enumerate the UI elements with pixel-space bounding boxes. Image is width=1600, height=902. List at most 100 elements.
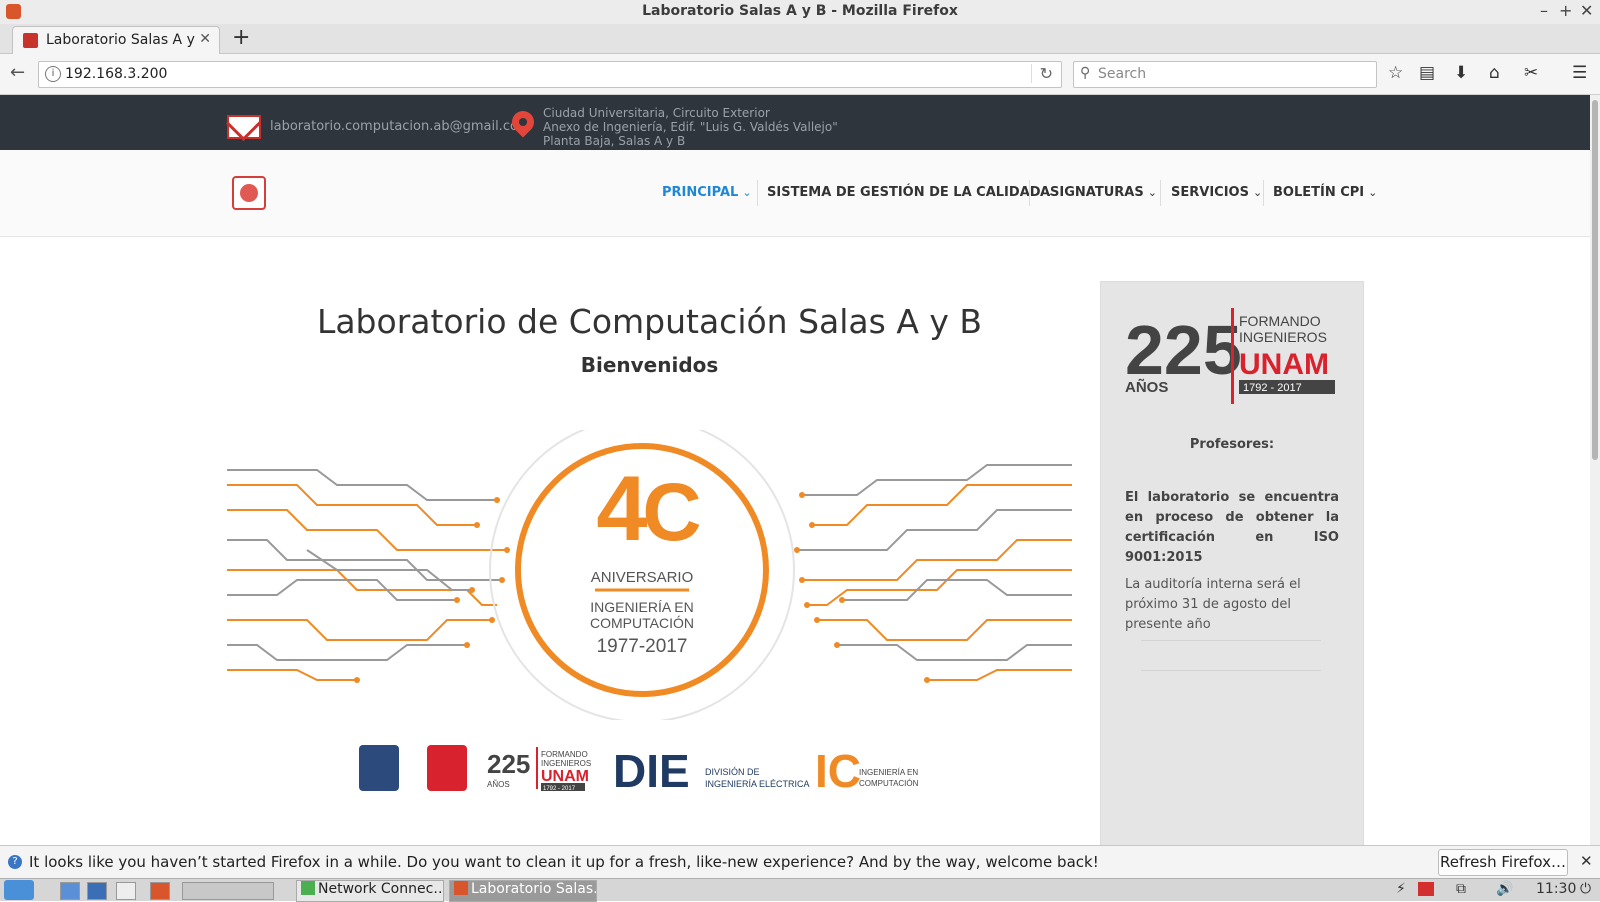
chevron-down-icon: ⌄	[1147, 186, 1157, 199]
menu-divider	[1029, 180, 1030, 206]
url-bar[interactable]: i 192.168.3.200 ↻	[38, 61, 1062, 88]
tab-label: Laboratorio Salas A y B	[46, 32, 196, 48]
file-manager-icon[interactable]	[60, 882, 80, 900]
volume-icon[interactable]: 🔊	[1496, 881, 1513, 897]
anniversary-line3: COMPUTACIÓN	[590, 615, 694, 631]
die-text-line1: DIVISIÓN DE	[705, 767, 760, 777]
sidebar-divider	[1141, 670, 1321, 671]
menu-label: ASIGNATURAS	[1040, 185, 1144, 200]
question-icon: ?	[8, 855, 22, 869]
site-header: PRINCIPAL ⌄ SISTEMA DE GESTIÓN DE LA CALI…	[0, 150, 1590, 237]
extension-icon[interactable]: ✂	[1524, 63, 1538, 83]
power-plug-icon[interactable]: ⚡	[1396, 881, 1406, 897]
menu-label: PRINCIPAL	[662, 185, 739, 200]
firefox-task-icon	[454, 881, 468, 895]
network-app-icon	[301, 881, 315, 895]
menu-boletin[interactable]: BOLETÍN CPI ⌄	[1273, 185, 1377, 200]
formando-label: FORMANDO	[541, 750, 588, 759]
address-line: Anexo de Ingeniería, Edif. "Luis G. Vald…	[543, 120, 838, 134]
site-logo[interactable]	[232, 176, 266, 210]
task-label: Laboratorio Salas…	[471, 881, 597, 897]
ic-text-line1: INGENIERÍA EN	[859, 768, 918, 777]
page-subtitle: Bienvenidos	[580, 353, 719, 377]
window-titlebar: Laboratorio Salas A y B - Mozilla Firefo…	[0, 0, 1600, 25]
unam-225-logo-divider	[1231, 308, 1234, 404]
unam-225-logo: 225 AÑOS FORMANDO INGENIEROS UNAM 1792 -…	[1125, 308, 1335, 404]
site-favicon	[23, 33, 38, 48]
info-icon[interactable]: i	[45, 66, 61, 82]
search-icon: ⚲	[1080, 65, 1091, 81]
ic-logo: IC	[815, 745, 861, 797]
hamburger-menu-icon[interactable]: ☰	[1572, 63, 1587, 83]
circuit-lines-left	[227, 469, 507, 681]
gmail-icon	[227, 115, 261, 139]
refresh-firefox-button[interactable]: Refresh Firefox…	[1438, 849, 1568, 876]
keyboard-layout-icon[interactable]	[1418, 882, 1434, 896]
chevron-down-icon: ⌄	[742, 186, 752, 199]
address-line: Planta Baja, Salas A y B	[543, 134, 686, 148]
chevron-down-icon: ⌄	[1368, 186, 1378, 199]
menu-asignaturas[interactable]: ASIGNATURAS ⌄	[1040, 185, 1157, 200]
unam-anos-label: AÑOS	[487, 780, 510, 789]
minimize-button[interactable]: –	[1540, 1, 1548, 20]
new-tab-button[interactable]: +	[232, 25, 250, 50]
window-icon[interactable]	[116, 882, 136, 900]
bookmark-star-icon[interactable]: ☆	[1388, 63, 1403, 83]
taskbar: Network Connec… Laboratorio Salas… ⚡ ⧉ 🔊…	[0, 878, 1600, 902]
engineering-crest-logo	[427, 745, 467, 791]
notification-bar: ? It looks like you haven’t started Fire…	[0, 845, 1600, 879]
window-title: Laboratorio Salas A y B - Mozilla Firefo…	[642, 3, 958, 19]
address-line: Ciudad Universitaria, Circuito Exterior	[543, 106, 770, 120]
notification-message: It looks like you haven’t started Firefo…	[29, 853, 1099, 871]
search-placeholder: Search	[1098, 66, 1147, 82]
search-input[interactable]: ⚲ Search	[1073, 61, 1377, 88]
menu-divider	[757, 180, 758, 206]
die-logo: DIE	[613, 745, 690, 797]
menu-servicios[interactable]: SERVICIOS ⌄	[1171, 185, 1262, 200]
start-menu-icon[interactable]	[4, 880, 34, 900]
unam-225-logo-anos: AÑOS	[1125, 378, 1168, 396]
institution-logos: 225 AÑOS FORMANDO INGENIEROS UNAM 1792 -…	[359, 745, 919, 797]
home-icon[interactable]: ⌂	[1489, 63, 1500, 83]
audit-notice: La auditoría interna será el próximo 31 …	[1125, 577, 1301, 632]
maximize-button[interactable]: +	[1559, 1, 1572, 20]
anniversary-years: 1977-2017	[597, 636, 688, 657]
network-icon[interactable]: ⧉	[1456, 881, 1466, 897]
clock[interactable]: 11:30	[1536, 881, 1576, 897]
close-tab-icon[interactable]: ✕	[199, 31, 211, 47]
taskbar-item-network[interactable]: Network Connec…	[296, 880, 444, 902]
menu-divider	[1263, 180, 1264, 206]
firefox-launcher-icon[interactable]	[150, 882, 170, 900]
navigation-bar: ← i 192.168.3.200 ↻ ⚲ Search ☆ ▤ ⬇ ⌂ ✂ ☰	[0, 54, 1600, 95]
unam-label: UNAM	[541, 768, 589, 785]
unam-225-number: 225	[487, 749, 530, 779]
unam-shield-logo	[359, 745, 399, 791]
download-icon[interactable]: ⬇	[1454, 63, 1468, 83]
desktop-icon[interactable]	[87, 882, 107, 900]
unam-225-logo-formando: FORMANDO	[1239, 313, 1321, 329]
menu-principal[interactable]: PRINCIPAL ⌄	[662, 185, 752, 200]
close-notification-icon[interactable]: ✕	[1580, 852, 1593, 870]
anniversary-number-right: C	[642, 467, 701, 558]
workspace-switcher[interactable]	[182, 882, 274, 900]
unam-225-logo-unam: UNAM	[1239, 348, 1329, 381]
tab-laboratorio[interactable]: Laboratorio Salas A y B ✕	[12, 26, 220, 54]
taskbar-item-firefox[interactable]: Laboratorio Salas…	[449, 880, 597, 902]
close-window-button[interactable]: ✕	[1580, 1, 1593, 20]
contact-strip: laboratorio.computacion.ab@gmail.com Ciu…	[0, 95, 1590, 150]
sidebar-divider	[1141, 640, 1321, 641]
contact-email[interactable]: laboratorio.computacion.ab@gmail.com	[270, 119, 531, 134]
die-text-line2: INGENIERÍA ELÉCTRICA	[705, 779, 810, 789]
url-text[interactable]: 192.168.3.200	[65, 66, 167, 82]
reading-list-icon[interactable]: ▤	[1419, 63, 1435, 83]
tab-bar: Laboratorio Salas A y B ✕ +	[0, 24, 1600, 54]
menu-calidad[interactable]: SISTEMA DE GESTIÓN DE LA CALIDAD ⌄	[767, 185, 1054, 200]
unam-225-divider	[536, 747, 538, 789]
back-arrow-icon[interactable]: ←	[10, 62, 25, 83]
shutdown-icon[interactable]: ⏻	[1580, 881, 1591, 897]
anniversary-line2: INGENIERÍA EN	[590, 599, 693, 615]
anniversary-banner: 4 C ANIVERSARIO INGENIERÍA EN COMPUTACIÓ…	[227, 430, 1072, 720]
reload-icon[interactable]: ↻	[1030, 64, 1053, 83]
scrollbar-thumb[interactable]	[1592, 100, 1598, 460]
profesores-heading: Profesores:	[1189, 437, 1275, 452]
